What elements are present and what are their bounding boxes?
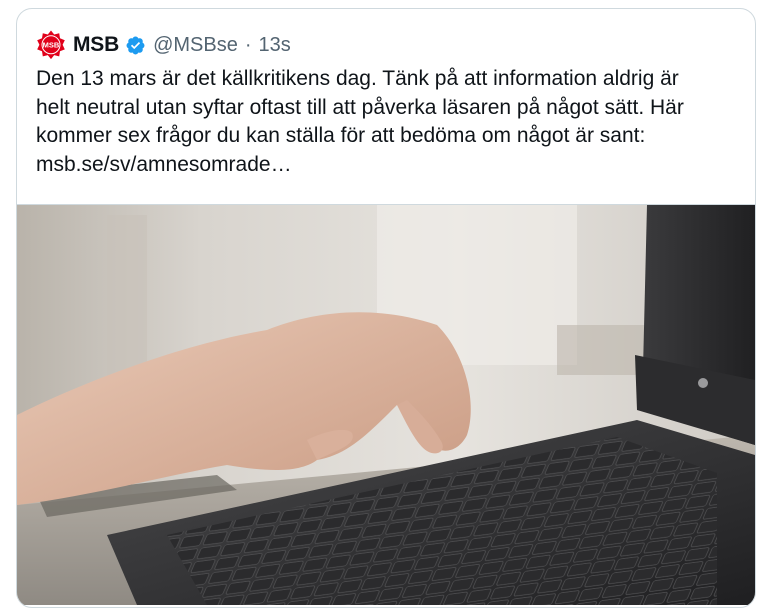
- tweet-media-photo[interactable]: [17, 204, 755, 605]
- avatar[interactable]: MSB: [36, 30, 66, 60]
- tweet-link[interactable]: msb.se/sv/amnesomrade…: [36, 153, 292, 176]
- tweet-card[interactable]: MSB MSB @MSBse · 13s Den 13 mars är det …: [16, 8, 756, 608]
- tweet-timestamp[interactable]: 13s: [259, 34, 291, 57]
- tweet-text-line: Den 13 mars är det källkritikens dag. Tä…: [36, 67, 679, 90]
- tweet-text-line: helt neutral utan syftar oftast till att…: [36, 95, 684, 119]
- verified-badge-icon: [125, 35, 146, 56]
- author-name[interactable]: MSB: [73, 33, 119, 57]
- avatar-label: MSB: [43, 41, 60, 50]
- separator-dot: ·: [244, 33, 252, 56]
- tweet-text-line: kommer sex frågor du kan ställa för att …: [36, 124, 646, 147]
- tweet-header: MSB MSB @MSBse · 13s: [36, 30, 291, 60]
- author-handle[interactable]: @MSBse: [153, 34, 238, 57]
- photo-hand-typing-icon: [17, 205, 755, 605]
- tweet-text: Den 13 mars är det källkritikens dag. Tä…: [36, 65, 741, 179]
- msb-logo-icon: MSB: [37, 30, 65, 60]
